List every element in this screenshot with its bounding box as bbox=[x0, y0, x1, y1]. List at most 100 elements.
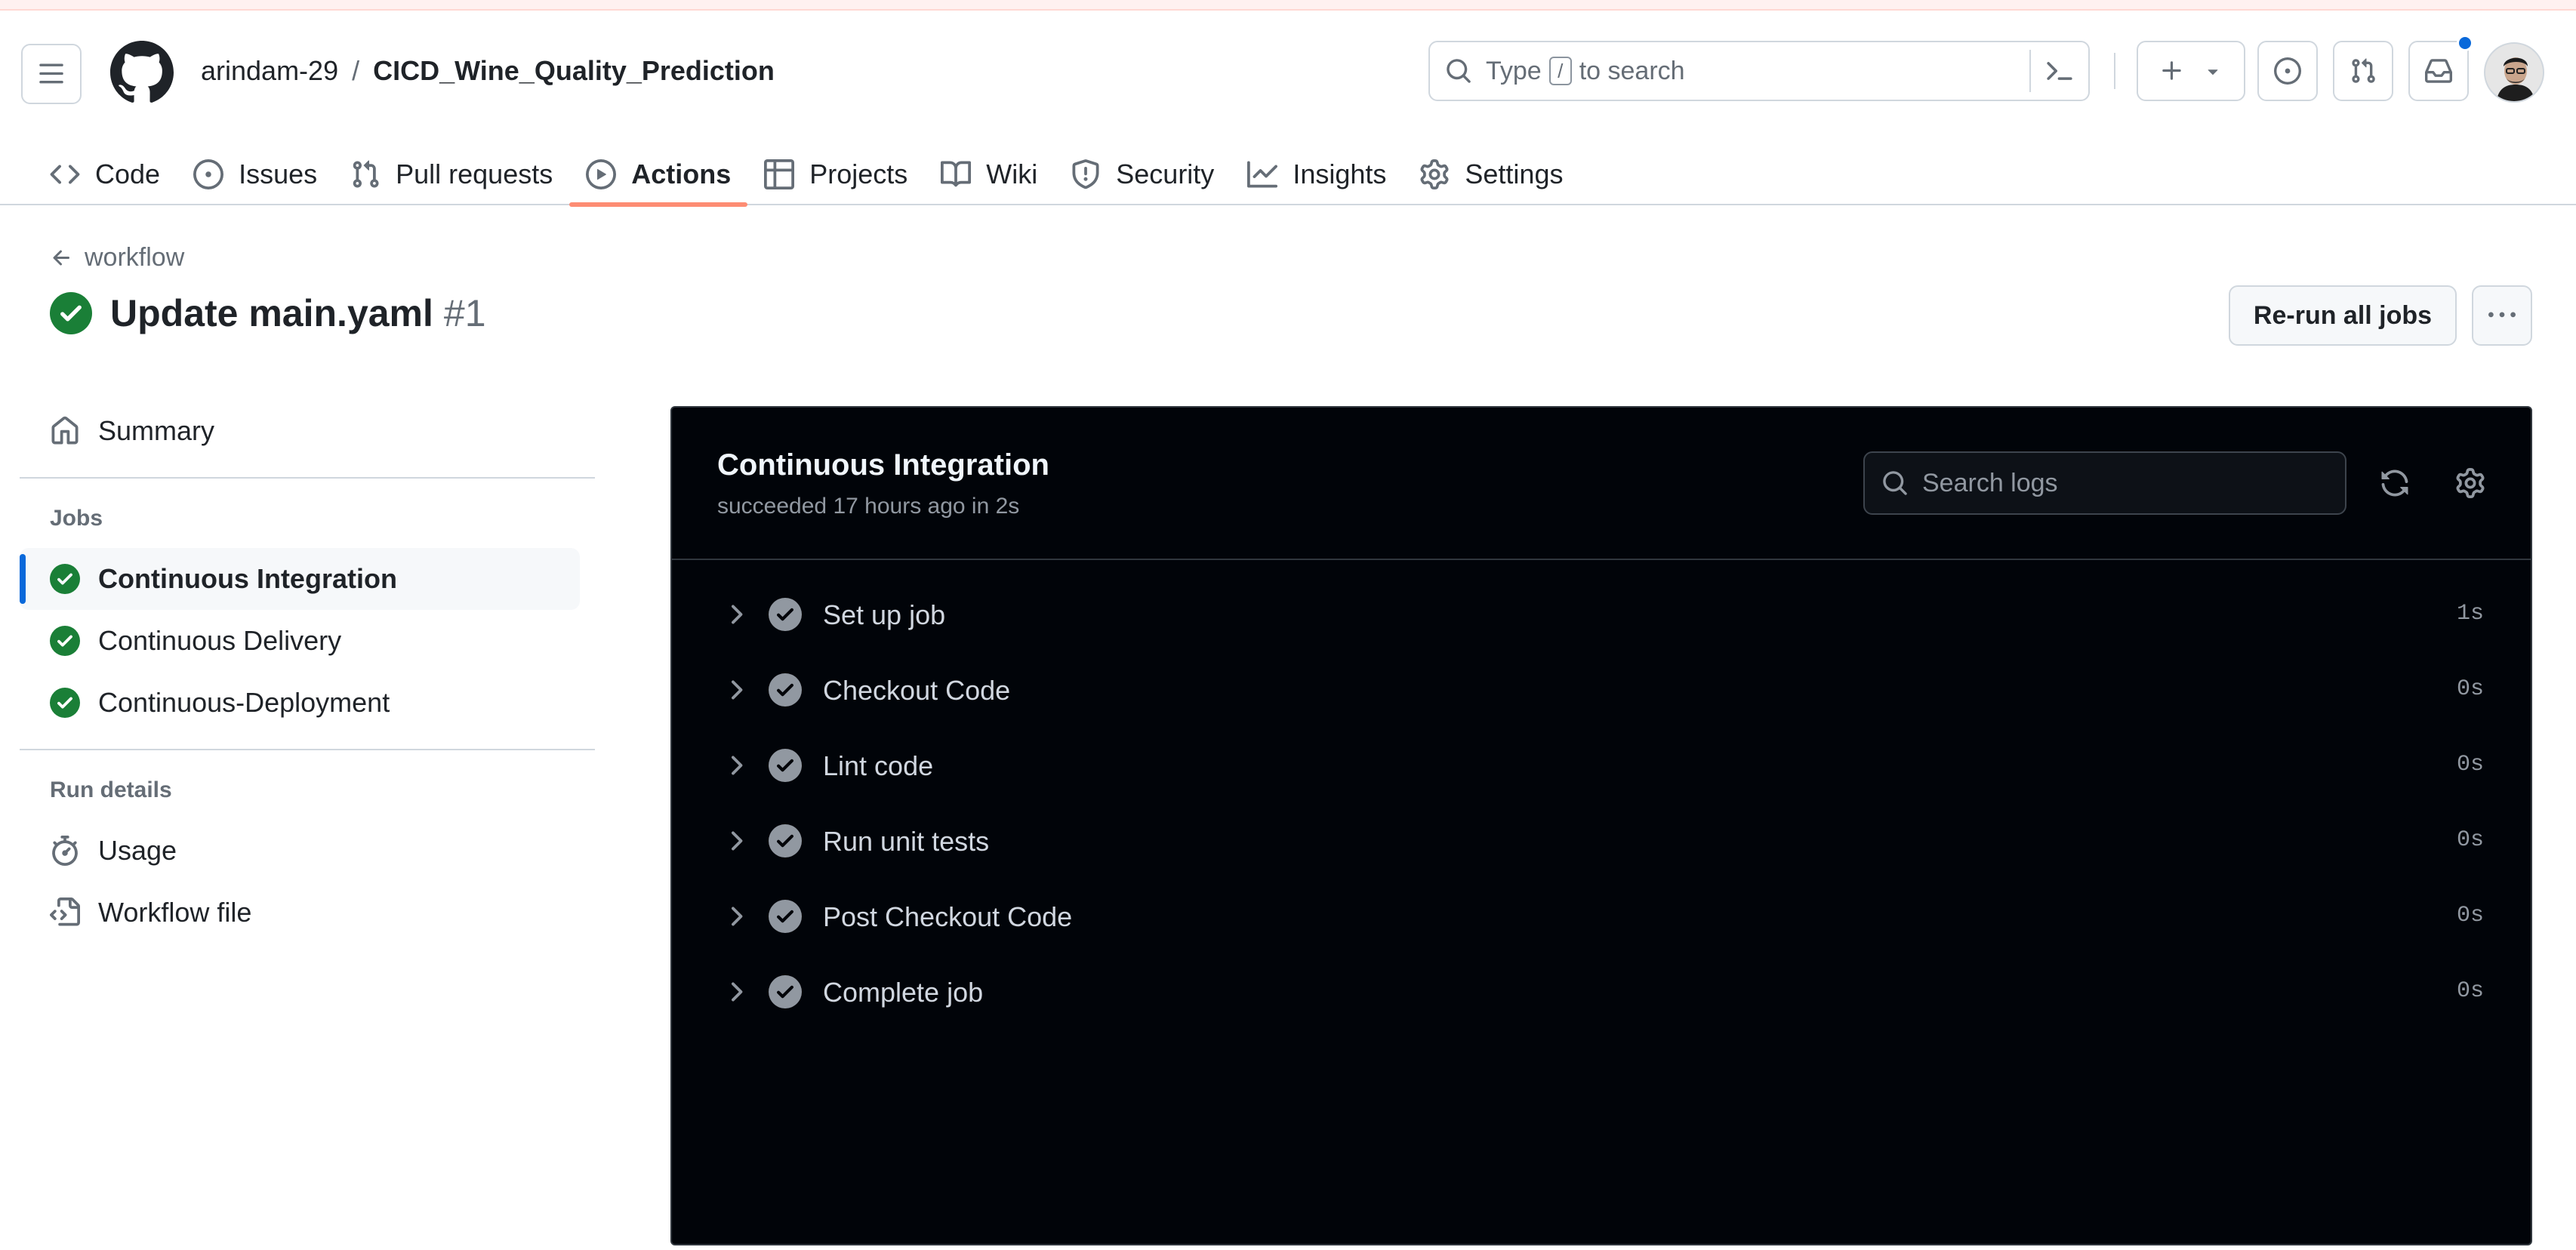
check-circle-fill-icon bbox=[50, 626, 80, 656]
job-log-panel: Continuous Integration succeeded 17 hour… bbox=[670, 406, 2532, 1245]
shield-icon bbox=[1072, 159, 1099, 189]
step-name: Checkout Code bbox=[823, 675, 1011, 706]
step-row[interactable]: Checkout Code 0s bbox=[672, 652, 2531, 728]
check-circle-fill-icon bbox=[769, 975, 802, 1008]
run-title: Update main.yaml bbox=[110, 292, 433, 334]
check-circle-fill-icon bbox=[769, 749, 802, 782]
step-name: Post Checkout Code bbox=[823, 901, 1073, 932]
breadcrumb-separator: / bbox=[352, 55, 360, 86]
tab-code[interactable]: Code bbox=[33, 143, 177, 205]
search-hint: Type / to search bbox=[1486, 56, 1685, 85]
job-steps-list: Set up job 1s Checkout Code 0s Lint code… bbox=[672, 577, 2531, 1030]
issues-button[interactable] bbox=[2257, 41, 2318, 101]
page-title: Update main.yaml #1 bbox=[50, 291, 486, 335]
avatar[interactable] bbox=[2484, 42, 2544, 103]
chevron-right-icon bbox=[732, 831, 743, 851]
step-row[interactable]: Complete job 0s bbox=[672, 954, 2531, 1030]
create-new-button[interactable] bbox=[2137, 41, 2245, 101]
command-palette-button[interactable] bbox=[2029, 50, 2088, 92]
job-log-header: Continuous Integration succeeded 17 hour… bbox=[672, 408, 2531, 560]
step-row[interactable]: Post Checkout Code 0s bbox=[672, 879, 2531, 954]
chevron-right-icon bbox=[732, 605, 743, 624]
top-banner-strip bbox=[0, 0, 2576, 11]
step-row[interactable]: Run unit tests 0s bbox=[672, 803, 2531, 879]
step-duration: 0s bbox=[2456, 676, 2484, 702]
repo-tabs: Code Issues Pull requests Actions Projec… bbox=[33, 143, 1579, 207]
step-name: Lint code bbox=[823, 750, 934, 781]
step-name: Complete job bbox=[823, 977, 984, 1008]
sidebar-job-continuous-delivery[interactable]: Continuous Delivery bbox=[20, 610, 595, 672]
step-name: Run unit tests bbox=[823, 826, 990, 857]
kebab-horizontal-icon bbox=[2488, 312, 2516, 318]
global-search-button[interactable]: Type / to search bbox=[1428, 41, 2090, 101]
run-details-heading: Run details bbox=[50, 777, 172, 802]
tab-insights[interactable]: Insights bbox=[1231, 143, 1403, 205]
tab-pull-requests[interactable]: Pull requests bbox=[334, 143, 569, 205]
search-icon bbox=[1447, 59, 1471, 83]
more-options-button[interactable] bbox=[2472, 285, 2532, 346]
home-icon bbox=[51, 416, 79, 445]
arrow-left-icon bbox=[53, 250, 69, 265]
job-status-text: succeeded 17 hours ago in 2s bbox=[717, 494, 1020, 519]
step-duration: 1s bbox=[2456, 601, 2484, 627]
tab-issues[interactable]: Issues bbox=[177, 143, 334, 205]
chevron-right-icon bbox=[732, 907, 743, 926]
stopwatch-icon bbox=[52, 836, 78, 866]
sidebar-item-workflow-file[interactable]: Workflow file bbox=[20, 882, 595, 944]
search-logs-field[interactable] bbox=[1863, 451, 2346, 515]
check-circle-fill-icon bbox=[769, 824, 802, 857]
inbox-icon bbox=[2425, 59, 2452, 83]
tab-security[interactable]: Security bbox=[1054, 143, 1231, 205]
hamburger-icon bbox=[39, 63, 63, 84]
rerun-all-jobs-button[interactable]: Re-run all jobs bbox=[2229, 285, 2457, 346]
sidebar-divider bbox=[20, 749, 595, 750]
search-icon bbox=[1883, 471, 1907, 495]
gear-icon bbox=[1420, 159, 1449, 189]
pull-requests-button[interactable] bbox=[2333, 41, 2393, 101]
check-circle-fill-icon bbox=[769, 900, 802, 933]
sidebar-item-summary[interactable]: Summary bbox=[20, 400, 595, 462]
check-circle-fill-icon bbox=[50, 292, 92, 334]
git-pull-request-icon bbox=[2352, 58, 2375, 83]
run-sidebar: Summary Jobs Continuous Integration Cont… bbox=[20, 400, 595, 944]
terminal-icon bbox=[2047, 62, 2072, 80]
repo-owner-link[interactable]: arindam-29 bbox=[201, 54, 338, 88]
sidebar-divider bbox=[20, 477, 595, 479]
chevron-right-icon bbox=[732, 982, 743, 1002]
sidebar-job-continuous-deployment[interactable]: Continuous-Deployment bbox=[20, 672, 595, 734]
github-logo-icon[interactable] bbox=[110, 41, 174, 104]
step-duration: 0s bbox=[2456, 978, 2484, 1004]
back-to-workflow-link[interactable]: workflow bbox=[50, 243, 184, 272]
tab-projects[interactable]: Projects bbox=[747, 143, 924, 205]
notification-dot bbox=[2457, 35, 2473, 51]
code-icon bbox=[50, 165, 80, 184]
repo-header: arindam-29 / CICD_Wine_Quality_Predictio… bbox=[0, 11, 2576, 207]
tab-wiki[interactable]: Wiki bbox=[924, 143, 1054, 205]
step-row[interactable]: Lint code 0s bbox=[672, 728, 2531, 803]
repo-name-link[interactable]: CICD_Wine_Quality_Prediction bbox=[373, 54, 775, 88]
step-row[interactable]: Set up job 1s bbox=[672, 577, 2531, 652]
check-circle-fill-icon bbox=[50, 564, 80, 594]
step-name: Set up job bbox=[823, 599, 946, 630]
log-settings-button[interactable] bbox=[2451, 463, 2490, 503]
job-title: Continuous Integration bbox=[717, 448, 1049, 482]
tab-settings[interactable]: Settings bbox=[1403, 143, 1579, 205]
chevron-right-icon bbox=[732, 756, 743, 775]
header-divider bbox=[2114, 53, 2115, 89]
repo-breadcrumb: arindam-29 / CICD_Wine_Quality_Predictio… bbox=[201, 54, 775, 88]
book-icon bbox=[941, 161, 972, 187]
tab-actions[interactable]: Actions bbox=[569, 143, 748, 207]
plus-icon bbox=[2162, 61, 2181, 80]
check-circle-fill-icon bbox=[769, 598, 802, 631]
sidebar-job-continuous-integration[interactable]: Continuous Integration bbox=[20, 548, 580, 610]
inbox-button[interactable] bbox=[2408, 35, 2473, 101]
menu-button[interactable] bbox=[21, 44, 82, 104]
run-number: #1 bbox=[443, 292, 486, 334]
refresh-button[interactable] bbox=[2375, 463, 2414, 503]
table-icon bbox=[764, 159, 795, 189]
graph-icon bbox=[1247, 161, 1278, 188]
slash-key-hint: / bbox=[1548, 57, 1572, 85]
check-circle-fill-icon bbox=[50, 688, 80, 718]
sidebar-item-usage[interactable]: Usage bbox=[20, 820, 595, 882]
search-logs-input[interactable] bbox=[1922, 468, 2330, 498]
